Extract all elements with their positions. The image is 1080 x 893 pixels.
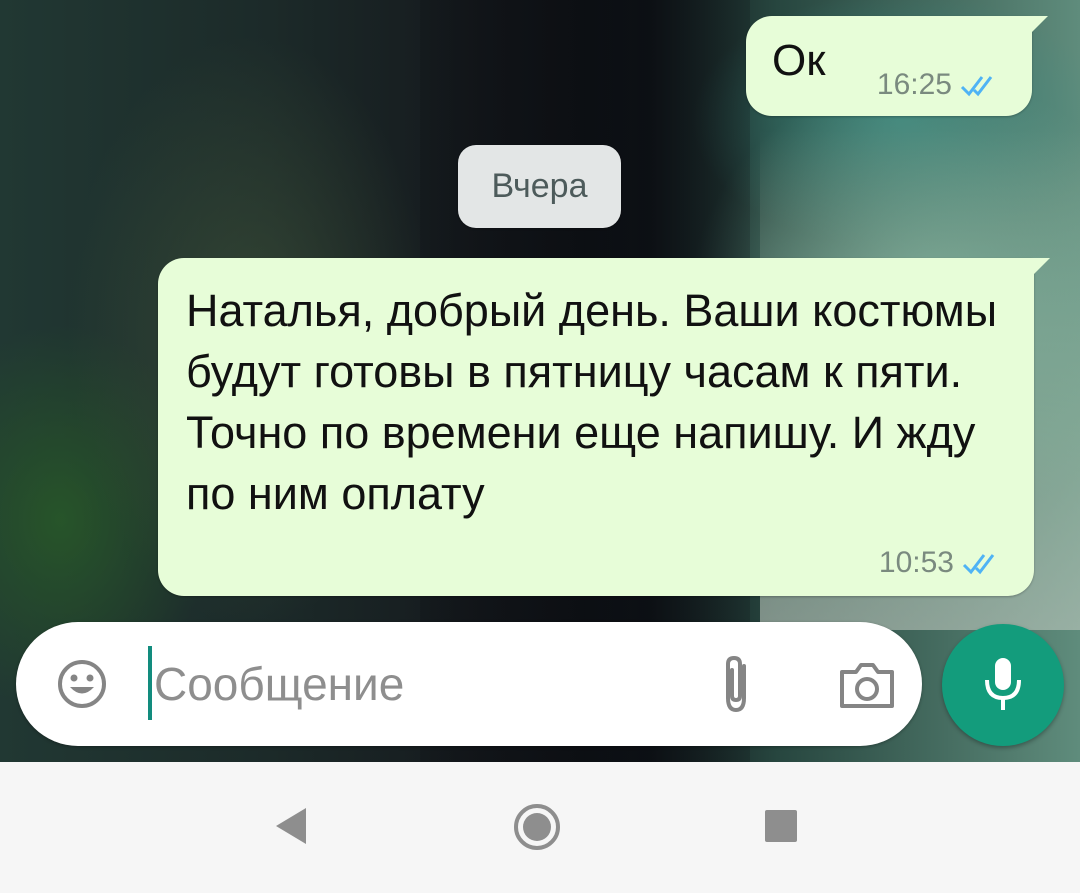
message-time: 10:53 [878, 546, 954, 579]
message-meta: 16:25 [877, 68, 1006, 102]
recents-icon[interactable] [765, 810, 797, 842]
message-composer [16, 622, 922, 746]
read-ticks-icon [962, 554, 995, 575]
message-input[interactable] [154, 646, 674, 722]
message-bubble-outgoing[interactable]: Ок 16:25 [746, 16, 1048, 116]
message-bubble-outgoing[interactable]: Наталья, добрый день. Ваши костюмы будут… [158, 258, 1050, 596]
system-navigation-bar [0, 762, 1080, 893]
emoji-icon[interactable] [56, 658, 108, 710]
voice-record-button[interactable] [942, 624, 1064, 746]
text-cursor [148, 646, 152, 720]
read-ticks-icon [960, 76, 993, 97]
message-text: Наталья, добрый день. Ваши костюмы будут… [186, 285, 998, 519]
date-separator: Вчера [458, 145, 621, 228]
mic-icon [985, 658, 1021, 710]
message-time: 16:25 [876, 68, 952, 101]
message-meta: 10:53 [879, 546, 1008, 580]
back-icon[interactable] [272, 806, 308, 846]
camera-icon[interactable] [838, 660, 896, 710]
home-icon[interactable] [512, 802, 562, 852]
paperclip-icon[interactable] [716, 652, 756, 716]
message-text: Ок [772, 36, 826, 85]
